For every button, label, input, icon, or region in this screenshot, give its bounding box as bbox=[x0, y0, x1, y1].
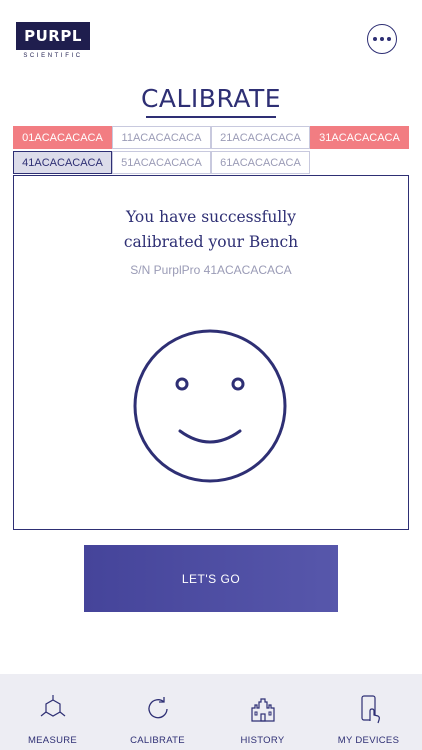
more-horizontal-icon bbox=[373, 37, 377, 41]
calibration-result-panel: You have successfully calibrated your Be… bbox=[13, 175, 409, 530]
bottom-navigation: MEASURE CALIBRATE HISTORY MY DEVICES bbox=[0, 674, 422, 750]
device-tab[interactable]: 01ACACACACA bbox=[13, 126, 112, 149]
more-options-button[interactable] bbox=[367, 24, 397, 54]
success-message-line2: calibrated your Bench bbox=[123, 233, 299, 251]
brand-logo: PURPL SCIENTIFIC bbox=[16, 22, 90, 59]
nav-label: MEASURE bbox=[27, 735, 78, 746]
refresh-icon bbox=[147, 697, 168, 719]
lets-go-button[interactable]: LET'S GO bbox=[84, 545, 338, 612]
device-tab[interactable]: 61ACACACACA bbox=[211, 151, 310, 174]
phone-touch-icon bbox=[360, 695, 380, 724]
device-tab[interactable]: 21ACACACACA bbox=[211, 126, 310, 149]
brand-tagline: SCIENTIFIC bbox=[23, 53, 83, 59]
device-tab-selected[interactable]: 41ACACACACA bbox=[13, 151, 112, 174]
nav-label: CALIBRATE bbox=[130, 735, 185, 746]
title-underline bbox=[146, 116, 276, 118]
brand-name: PURPL bbox=[16, 22, 90, 50]
castle-icon bbox=[250, 698, 275, 722]
smiley-face-icon bbox=[133, 329, 287, 483]
success-message: You have successfully calibrated your Be… bbox=[14, 205, 408, 255]
page-title: CALIBRATE bbox=[140, 84, 282, 113]
device-tab[interactable]: 51ACACACACA bbox=[112, 151, 211, 174]
nav-label: MY DEVICES bbox=[337, 735, 400, 746]
success-message-line1: You have successfully bbox=[126, 208, 296, 226]
serial-number: S/N PurplPro 41ACACACACA bbox=[130, 263, 292, 277]
nav-item-measure[interactable]: MEASURE bbox=[0, 674, 105, 750]
nav-item-calibrate[interactable]: CALIBRATE bbox=[105, 674, 210, 750]
device-tab[interactable]: 31ACACACACA bbox=[310, 126, 409, 149]
nav-item-my-devices[interactable]: MY DEVICES bbox=[316, 674, 421, 750]
nav-item-history[interactable]: HISTORY bbox=[210, 674, 315, 750]
molecule-icon bbox=[40, 695, 65, 717]
device-tab[interactable]: 11ACACACACA bbox=[112, 126, 211, 149]
nav-label: HISTORY bbox=[240, 735, 285, 746]
